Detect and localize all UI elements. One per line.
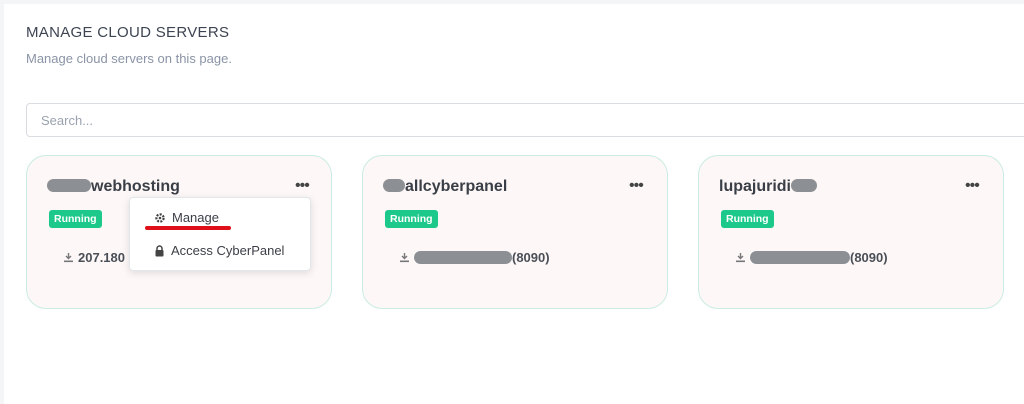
- download-icon: [400, 253, 409, 263]
- card-actions-dropdown: Manage Access CyberPanel: [129, 197, 311, 271]
- lock-icon: [155, 244, 164, 257]
- server-address: (8090): [399, 250, 550, 265]
- ellipsis-icon[interactable]: •••: [629, 178, 644, 194]
- redacted-text: [750, 250, 850, 264]
- search-input[interactable]: [26, 103, 1024, 137]
- menu-item-label: Access CyberPanel: [171, 243, 285, 258]
- server-name: webhosting: [47, 178, 180, 196]
- server-address: (8090): [735, 250, 888, 265]
- server-name: allcyberpanel: [383, 178, 507, 196]
- status-badge: Running: [49, 210, 102, 228]
- manage-menu-item[interactable]: Manage: [154, 210, 219, 225]
- access-cyberpanel-menu-item[interactable]: Access CyberPanel: [154, 243, 284, 258]
- server-port: (8090): [850, 250, 888, 265]
- redacted-text: [47, 178, 91, 192]
- download-icon: [736, 253, 745, 263]
- server-port: (8090): [512, 250, 550, 265]
- server-name-text: allcyberpanel: [405, 178, 508, 195]
- download-icon: [64, 253, 73, 263]
- server-ip: 207.180: [78, 250, 125, 265]
- server-name-text: webhosting: [91, 178, 180, 195]
- ellipsis-icon[interactable]: •••: [295, 178, 310, 194]
- status-badge: Running: [721, 210, 774, 228]
- server-name: lupajuridi: [719, 178, 817, 196]
- page-subtitle: Manage cloud servers on this page.: [26, 51, 232, 66]
- status-badge: Running: [385, 210, 438, 228]
- page-title: MANAGE CLOUD SERVERS: [26, 24, 230, 41]
- ellipsis-icon[interactable]: •••: [965, 178, 980, 194]
- gear-icon: [155, 212, 165, 223]
- server-card: allcyberpanel ••• Running (8090): [362, 155, 668, 309]
- redacted-text: [791, 178, 817, 192]
- annotation-underline: [145, 226, 231, 230]
- server-card: lupajuridi ••• Running (8090): [698, 155, 1004, 309]
- server-address: 207.180: [63, 250, 125, 265]
- redacted-text: [383, 178, 405, 192]
- menu-item-label: Manage: [172, 210, 219, 225]
- redacted-text: [414, 250, 512, 264]
- server-name-text: lupajuridi: [719, 178, 791, 195]
